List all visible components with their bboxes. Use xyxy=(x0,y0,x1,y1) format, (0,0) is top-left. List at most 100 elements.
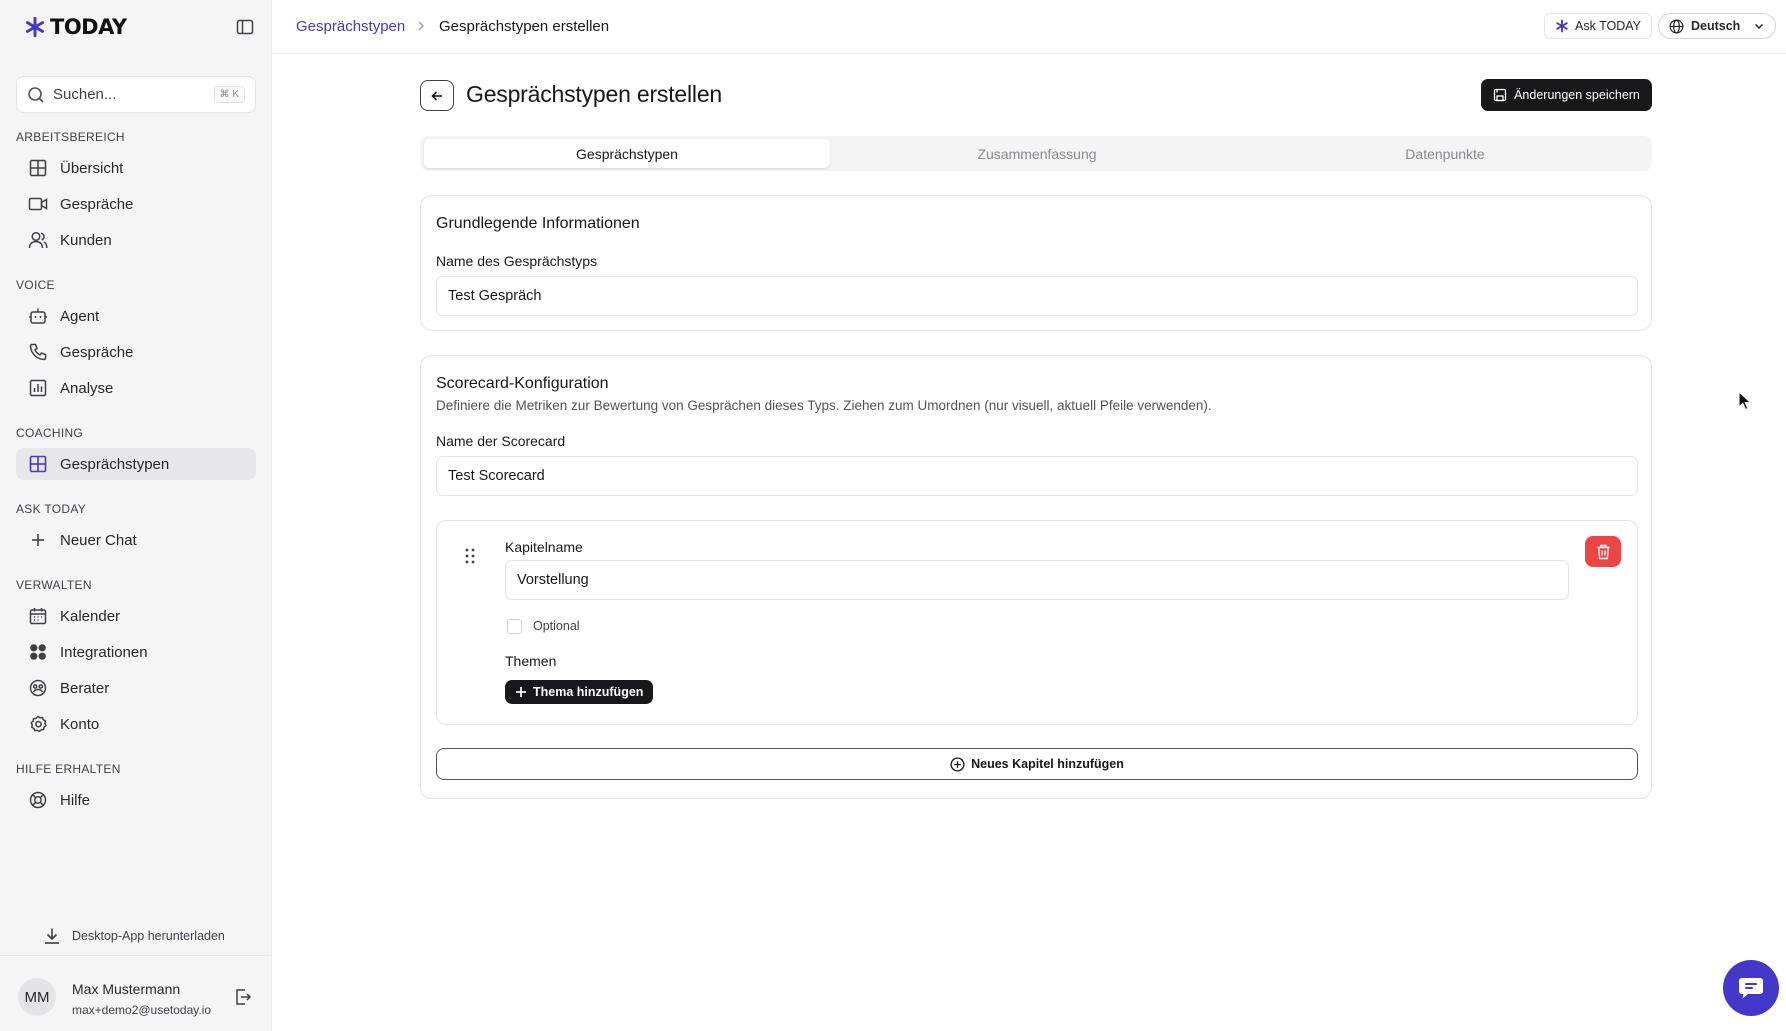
sidebar-item-voice-gespraeche[interactable]: Gespräche xyxy=(16,336,256,368)
sidebar-item-berater[interactable]: Berater xyxy=(16,672,256,704)
grid-icon xyxy=(28,158,48,178)
sidebar-item-label: Kalender xyxy=(60,607,121,625)
sidebar-item-label: Konto xyxy=(60,715,100,733)
section-title-voice: VOICE xyxy=(16,278,55,292)
user-name: Max Mustermann xyxy=(72,981,181,997)
sidebar-item-label: Gesprächstypen xyxy=(60,455,170,473)
trash-icon xyxy=(1597,544,1609,559)
video-icon xyxy=(28,194,48,214)
asterisk-logo-icon xyxy=(26,16,44,38)
sidebar-toggle-button[interactable] xyxy=(234,16,256,38)
scorecard-title: Scorecard-Konfiguration xyxy=(436,375,609,392)
scorecard-name-input[interactable] xyxy=(436,456,1638,496)
sidebar: TODAY ⌘ K ARBEITSBEREICH Übersicht Gespr… xyxy=(0,0,272,1031)
plus-icon xyxy=(28,530,48,550)
sidebar-item-label: Agent xyxy=(60,307,100,325)
language-label: Deutsch xyxy=(1691,19,1741,33)
brand-name: TODAY xyxy=(50,15,127,39)
scorecard-name-label: Name der Scorecard xyxy=(436,433,566,449)
logout-icon xyxy=(236,989,252,1005)
search-shortcut-badge: ⌘ K xyxy=(213,86,245,103)
chapter-name-label: Kapitelname xyxy=(505,539,583,555)
calendar-icon xyxy=(28,606,48,626)
chat-bubble-icon xyxy=(1739,978,1763,999)
chart-icon xyxy=(28,378,48,398)
sidebar-item-konto[interactable]: Konto xyxy=(16,708,256,740)
ask-today-button[interactable]: Ask TODAY xyxy=(1544,13,1652,39)
brand-logo[interactable]: TODAY xyxy=(24,14,256,40)
chapter-item: Kapitelname Optional Themen Thema hinzuf… xyxy=(436,520,1638,725)
asterisk-icon xyxy=(1556,19,1568,33)
conversation-type-name-input[interactable] xyxy=(436,276,1638,316)
grid-icon xyxy=(28,454,48,474)
drag-handle-icon[interactable] xyxy=(463,547,477,565)
ask-today-label: Ask TODAY xyxy=(1575,19,1641,33)
panel-left-icon xyxy=(236,19,254,35)
save-changes-label: Änderungen speichern xyxy=(1514,88,1640,102)
add-chapter-label: Neues Kapitel hinzufügen xyxy=(971,757,1124,771)
plus-circle-icon xyxy=(950,756,965,772)
sidebar-item-gespraechstypen[interactable]: Gesprächstypen xyxy=(16,448,256,480)
sidebar-item-analyse[interactable]: Analyse xyxy=(16,372,256,404)
mouse-cursor-icon xyxy=(1738,391,1752,411)
sidebar-item-label: Gespräche xyxy=(60,343,134,361)
tab-zusammenfassung[interactable]: Zusammenfassung xyxy=(834,139,1240,168)
delete-chapter-button[interactable] xyxy=(1585,536,1621,567)
scorecard-description: Definiere die Metriken zur Bewertung von… xyxy=(436,398,1212,413)
tab-datenpunkte[interactable]: Datenpunkte xyxy=(1242,139,1648,168)
settings-icon xyxy=(28,714,48,734)
logout-button[interactable] xyxy=(232,986,254,1008)
plus-icon xyxy=(516,687,526,697)
sidebar-item-kalender[interactable]: Kalender xyxy=(16,600,256,632)
sidebar-item-label: Hilfe xyxy=(60,791,91,809)
add-topic-label: Thema hinzufügen xyxy=(533,685,644,699)
avatar[interactable]: MM xyxy=(18,978,56,1016)
add-topic-button[interactable]: Thema hinzufügen xyxy=(505,680,654,704)
breadcrumb-parent-link[interactable]: Gesprächstypen xyxy=(296,18,405,35)
save-icon xyxy=(1493,88,1507,102)
sidebar-item-integrationen[interactable]: Integrationen xyxy=(16,636,256,668)
topics-label: Themen xyxy=(505,653,557,669)
conversation-type-name-label: Name des Gesprächstyps xyxy=(436,253,598,269)
sidebar-item-hilfe[interactable]: Hilfe xyxy=(16,784,256,816)
optional-label: Optional xyxy=(533,619,580,633)
section-title-coaching: COACHING xyxy=(16,426,84,440)
user-profile: MM Max Mustermann max+demo2@usetoday.io xyxy=(0,955,272,1031)
search-box[interactable]: ⌘ K xyxy=(16,76,256,113)
section-title-verwalten: VERWALTEN xyxy=(16,578,92,592)
bot-icon xyxy=(28,306,48,326)
page-title: Gesprächstypen erstellen xyxy=(466,81,723,107)
language-select[interactable]: Deutsch xyxy=(1658,13,1776,39)
sidebar-item-label: Übersicht xyxy=(60,159,124,177)
back-button[interactable] xyxy=(420,80,454,111)
users-icon xyxy=(28,230,48,250)
globe-icon xyxy=(1669,19,1684,33)
save-changes-button[interactable]: Änderungen speichern xyxy=(1481,79,1652,111)
chat-support-button[interactable] xyxy=(1723,960,1779,1016)
advisor-icon xyxy=(28,678,48,698)
sidebar-item-agent[interactable]: Agent xyxy=(16,300,256,332)
download-label: Desktop-App herunterladen xyxy=(72,929,225,943)
add-chapter-button[interactable]: Neues Kapitel hinzufügen xyxy=(436,748,1638,780)
breadcrumb-current: Gesprächstypen erstellen xyxy=(439,18,610,35)
tab-gespraechstypen[interactable]: Gesprächstypen xyxy=(424,139,830,168)
search-icon xyxy=(28,86,44,103)
basic-info-card: Grundlegende Informationen Name des Gesp… xyxy=(420,195,1652,331)
sidebar-item-gespraeche[interactable]: Gespräche xyxy=(16,188,256,220)
sidebar-item-kunden[interactable]: Kunden xyxy=(16,224,256,256)
scorecard-card: Scorecard-Konfiguration Definiere die Me… xyxy=(420,355,1652,799)
topbar: Gesprächstypen Gesprächstypen erstellen … xyxy=(272,0,1786,54)
sidebar-item-label: Berater xyxy=(60,679,110,697)
optional-checkbox[interactable] xyxy=(507,619,522,634)
sidebar-item-label: Analyse xyxy=(60,379,114,397)
phone-icon xyxy=(28,342,48,362)
sidebar-item-neuer-chat[interactable]: Neuer Chat xyxy=(16,524,256,556)
chevron-down-icon xyxy=(1754,23,1764,30)
search-input[interactable] xyxy=(53,86,214,103)
arrow-left-icon xyxy=(431,90,442,101)
sidebar-item-uebersicht[interactable]: Übersicht xyxy=(16,152,256,184)
section-title-hilfe-erhalten: HILFE ERHALTEN xyxy=(16,762,121,776)
download-desktop-app-link[interactable]: Desktop-App herunterladen xyxy=(42,924,225,948)
chapter-name-input[interactable] xyxy=(505,560,1569,600)
sidebar-item-label: Neuer Chat xyxy=(60,531,137,549)
